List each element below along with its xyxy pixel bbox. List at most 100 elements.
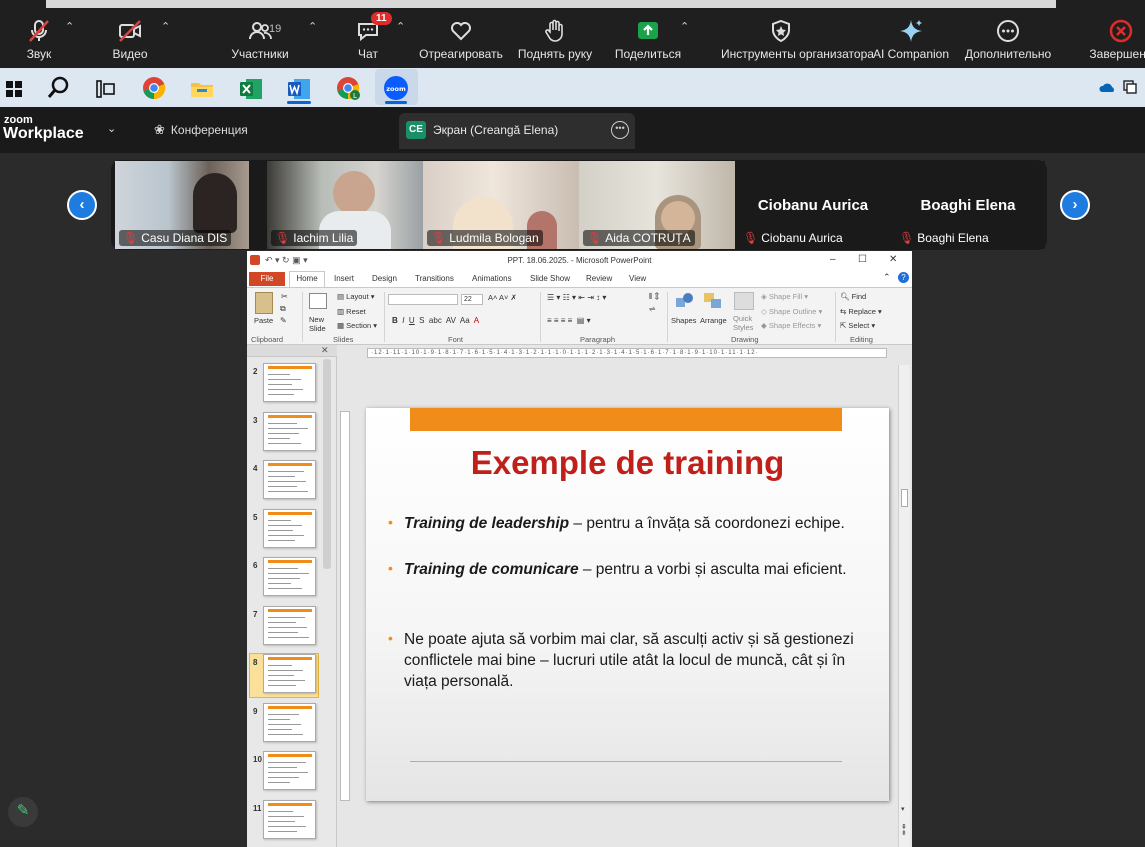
next-page-button[interactable]: › <box>1060 190 1090 220</box>
quick-styles-icon[interactable] <box>734 292 754 310</box>
minimize-icon[interactable]: – <box>830 254 836 265</box>
conference-tab[interactable]: ❀ Конференция <box>154 122 248 138</box>
thumbnail-text-line <box>268 621 296 623</box>
slide-thumbnail[interactable] <box>263 605 316 645</box>
participant-tile[interactable]: 🎙︎ Casu Diana DIS <box>115 161 249 249</box>
slide-thumbnail[interactable] <box>263 363 316 402</box>
more-options-icon[interactable]: ••• <box>611 121 629 139</box>
scroll-down-icon[interactable]: ▾ <box>901 805 905 813</box>
participant-tile[interactable]: Boaghi Elena 🎙︎ Boaghi Elena <box>891 161 1045 249</box>
thumbnail-text-line <box>268 825 306 827</box>
ribbon-collapse-icon[interactable]: ⌃ <box>883 272 891 283</box>
align-icons[interactable]: ≡ ≡ ≡ ≡ ▤ ▾ <box>547 316 591 325</box>
previous-page-button[interactable]: ‹ <box>67 190 97 220</box>
slide-thumbnail[interactable] <box>263 411 316 451</box>
layout-button[interactable]: ▤ Layout ▾ <box>337 292 375 301</box>
tab-design[interactable]: Design <box>372 274 397 283</box>
reset-button[interactable]: ▥ Reset <box>337 307 366 316</box>
shape-outline-button[interactable]: ◇ Shape Outline ▾ <box>761 307 822 316</box>
replace-button[interactable]: ⇆ Replace ▾ <box>840 307 882 316</box>
paste-icon[interactable] <box>255 292 273 314</box>
current-slide[interactable]: Exemple de training • Training de leader… <box>366 408 889 801</box>
close-icon[interactable]: ✕ <box>889 254 897 265</box>
zoom-icon[interactable]: zoom <box>383 75 409 101</box>
maximize-icon[interactable]: ☐ <box>858 254 867 265</box>
shape-fill-button[interactable]: ◈ Shape Fill ▾ <box>761 292 808 301</box>
search-icon[interactable] <box>46 75 72 101</box>
audio-options-caret[interactable]: ⌃ <box>65 20 74 33</box>
list-icons[interactable]: ☰ ▾ ☷ ▾ ⇤ ⇥ ↕ ▾ <box>547 293 606 302</box>
video-options-caret[interactable]: ⌃ <box>161 20 170 33</box>
participant-tile[interactable]: Ciobanu Aurica 🎙︎ Ciobanu Aurica <box>735 161 891 249</box>
slide-thumbnail[interactable] <box>263 508 316 548</box>
host-tools-button[interactable]: Инструменты организатора <box>721 14 874 66</box>
tab-animations[interactable]: Animations <box>472 274 512 283</box>
find-button[interactable]: 🔍︎ Find <box>840 292 866 301</box>
more-button[interactable]: Дополнительно <box>953 14 1063 66</box>
font-name-dropdown[interactable] <box>388 294 458 305</box>
excel-icon[interactable] <box>238 76 264 102</box>
chrome-icon[interactable] <box>141 75 167 101</box>
slide-thumbnail[interactable] <box>263 654 316 693</box>
annotate-pen-icon[interactable]: ✎ <box>8 797 38 827</box>
arrange-button[interactable]: Arrange <box>700 316 727 325</box>
tab-home[interactable]: Home <box>289 271 325 287</box>
participant-tile[interactable]: 🎙︎ Ludmila Bologan <box>423 161 579 249</box>
tab-insert[interactable]: Insert <box>334 274 354 283</box>
vertical-scrollbar[interactable]: ▾ ⇞ ⇟ <box>898 365 910 847</box>
slide-thumbnail[interactable] <box>263 799 316 839</box>
wifi-icon[interactable] <box>1121 78 1139 94</box>
previous-next-slide-icons[interactable]: ⇞ ⇟ <box>901 824 907 837</box>
new-slide-icon[interactable] <box>309 293 327 309</box>
tab-slide-show[interactable]: Slide Show <box>530 274 570 283</box>
share-options-caret[interactable]: ⌃ <box>680 20 689 33</box>
thumbnail-header-bar <box>268 754 312 757</box>
font-grow-shrink-icons[interactable]: A˄ A˅ ✗ <box>488 293 517 302</box>
paste-button[interactable]: Paste <box>254 316 273 325</box>
thumbnail-text-line <box>268 680 305 681</box>
font-size-dropdown[interactable]: 22 <box>461 294 483 305</box>
select-button[interactable]: ⇱ Select ▾ <box>840 321 875 330</box>
thumbnail-text-line <box>268 588 302 589</box>
chevron-down-icon[interactable]: ⌄ <box>107 122 116 135</box>
tab-view[interactable]: View <box>629 274 646 283</box>
end-meeting-label: Завершени <box>1089 47 1145 61</box>
windows-start-icon[interactable] <box>4 76 30 102</box>
participant-tile[interactable]: 🎙︎ Aida COTRUȚA <box>579 161 735 249</box>
participants-button[interactable]: 19 Участники <box>205 14 315 66</box>
slides-group-label: Slides <box>333 335 354 344</box>
tab-review[interactable]: Review <box>586 274 612 283</box>
section-button[interactable]: ▦ Section ▾ <box>337 321 377 330</box>
end-meeting-button[interactable]: Завершени <box>1066 14 1145 66</box>
shapes-icon[interactable] <box>675 292 695 310</box>
task-view-icon[interactable] <box>93 76 119 102</box>
onedrive-icon[interactable] <box>1099 80 1117 92</box>
word-icon[interactable] <box>286 76 312 102</box>
format-painter-icon[interactable]: ✎ <box>280 316 287 325</box>
file-explorer-icon[interactable] <box>189 76 215 102</box>
arrange-icon[interactable] <box>703 292 723 310</box>
participant-tile[interactable]: 🎙︎ Iachim Lilia <box>267 161 423 249</box>
slide-thumbnail[interactable] <box>263 460 316 499</box>
slide-thumbnail[interactable] <box>263 751 316 790</box>
slide-thumbnail[interactable] <box>263 702 316 742</box>
font-format-icons[interactable]: B I U S abc AV Aa A <box>392 316 479 325</box>
chat-options-caret[interactable]: ⌃ <box>396 20 405 33</box>
shapes-button[interactable]: Shapes <box>671 316 696 325</box>
slide-thumbnail[interactable] <box>263 557 316 596</box>
help-icon[interactable]: ? <box>898 272 909 283</box>
tab-file[interactable]: File <box>249 272 285 286</box>
close-pane-icon[interactable]: ✕ <box>321 345 329 356</box>
copy-icon[interactable]: ⧉ <box>280 304 286 314</box>
text-direction-icons[interactable]: ⫴ ⇕ ⇌ <box>649 291 661 315</box>
thumbnail-scrollbar[interactable] <box>323 359 331 569</box>
thumbnail-text-line <box>268 437 290 439</box>
shape-effects-button[interactable]: ◆ Shape Effects ▾ <box>761 321 821 330</box>
ai-companion-button[interactable]: AI Companion <box>856 14 966 66</box>
tab-transitions[interactable]: Transitions <box>415 274 454 283</box>
chrome-profile-icon[interactable]: L <box>335 75 361 101</box>
cut-icon[interactable]: ✂ <box>281 292 288 301</box>
new-slide-button[interactable]: New Slide <box>309 315 333 333</box>
scrollbar-thumb[interactable] <box>901 489 908 507</box>
quick-styles-button[interactable]: Quick Styles <box>733 314 755 332</box>
